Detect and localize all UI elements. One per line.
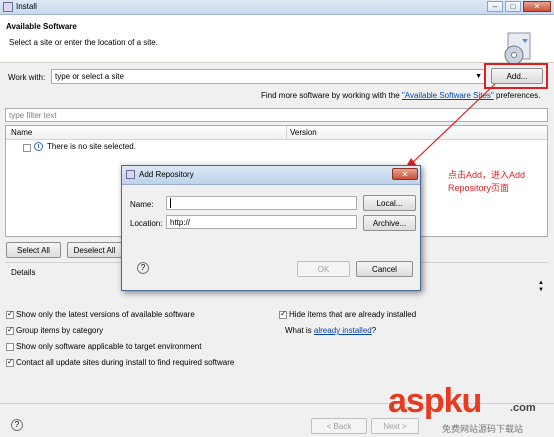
local-button[interactable]: Local...: [363, 195, 416, 211]
watermark-domain: .com: [510, 402, 536, 414]
window-title-bar: Install – □ ✕: [0, 0, 554, 15]
work-with-value: type or select a site: [55, 72, 124, 81]
dialog-app-icon: [126, 170, 135, 179]
install-wizard-icon: [504, 32, 531, 65]
select-all-button[interactable]: Select All: [6, 242, 61, 258]
column-name[interactable]: Name: [11, 128, 32, 137]
applicable-only-label: Show only software applicable to target …: [16, 342, 202, 351]
hide-installed-label: Hide items that are already installed: [289, 310, 417, 319]
column-version[interactable]: Version: [290, 128, 317, 137]
latest-versions-checkbox[interactable]: [6, 309, 14, 319]
minimize-button[interactable]: –: [487, 1, 503, 12]
latest-versions-label: Show only the latest versions of availab…: [16, 310, 195, 319]
work-with-label: Work with:: [8, 73, 46, 82]
location-field[interactable]: http://: [166, 215, 357, 229]
info-icon: i: [34, 142, 43, 151]
details-label: Details: [11, 268, 36, 277]
cancel-button[interactable]: Cancel: [356, 261, 413, 277]
dialog-title-bar: Add Repository ✕: [122, 166, 420, 185]
install-app-icon: [3, 2, 13, 12]
add-repository-dialog: Add Repository ✕ Name: Local... Location…: [121, 165, 421, 291]
name-field[interactable]: [166, 196, 357, 210]
ok-button[interactable]: OK: [297, 261, 350, 277]
contact-sites-label: Contact all update sites during install …: [16, 358, 235, 367]
dialog-help-icon[interactable]: ?: [137, 262, 149, 274]
location-label: Location:: [130, 219, 163, 228]
help-icon[interactable]: ?: [11, 419, 23, 431]
already-installed-link[interactable]: already installed: [314, 326, 372, 335]
wizard-header: Available Software Select a site or ente…: [0, 15, 554, 65]
watermark-caption: 免费网站源码下载站: [442, 424, 524, 434]
name-label: Name:: [130, 200, 154, 209]
group-by-category-label: Group items by category: [16, 326, 104, 335]
deselect-all-button[interactable]: Deselect All: [67, 242, 122, 258]
archive-button[interactable]: Archive...: [363, 215, 416, 231]
hide-installed-checkbox[interactable]: [279, 309, 287, 319]
window-title: Install: [16, 2, 37, 11]
dialog-close-button[interactable]: ✕: [392, 168, 418, 180]
watermark-brand: aspku: [388, 382, 482, 420]
page-title: Available Software: [6, 22, 77, 31]
window-close-button[interactable]: ✕: [523, 1, 551, 12]
contact-sites-checkbox[interactable]: [6, 357, 14, 367]
table-row-checkbox[interactable]: [23, 144, 31, 152]
what-is-installed-text: What is already installed?: [285, 326, 377, 335]
column-divider: [286, 126, 287, 139]
page-subtitle: Select a site or enter the location of a…: [9, 38, 158, 47]
back-button[interactable]: < Back: [311, 418, 367, 434]
applicable-only-checkbox[interactable]: [6, 343, 14, 351]
table-row-empty: There is no site selected.: [47, 142, 136, 151]
aspku-watermark: aspku .com 免费网站源码下载站: [388, 382, 554, 437]
group-by-category-checkbox[interactable]: [6, 325, 14, 335]
text-cursor: [170, 198, 171, 208]
annotation-text: 点击Add，进入Add Repository页面: [448, 170, 526, 193]
details-scroll-arrows[interactable]: ▲ ▼: [538, 280, 544, 294]
maximize-button[interactable]: □: [505, 1, 521, 12]
annotation-arrow: [403, 83, 496, 172]
dialog-title: Add Repository: [139, 170, 194, 179]
